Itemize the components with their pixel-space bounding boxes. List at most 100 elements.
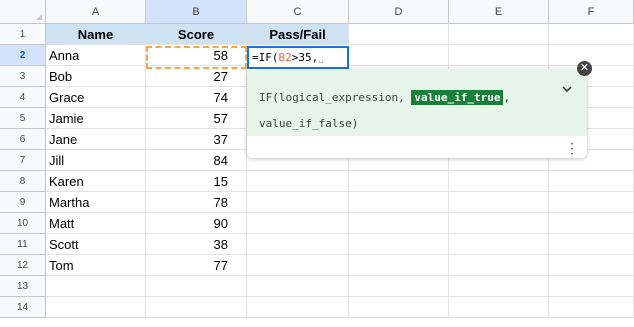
cell-e13[interactable] (449, 276, 549, 297)
column-header-e[interactable]: E (449, 0, 549, 24)
row-header[interactable]: 1 (0, 24, 46, 45)
cell-b5[interactable]: 57 (146, 108, 247, 129)
formula-suffix: >35, (291, 51, 319, 64)
cell-f1[interactable] (549, 24, 634, 45)
cell-a3[interactable]: Bob (46, 66, 146, 87)
row-header[interactable]: 2 (0, 45, 46, 66)
cell-c8[interactable] (247, 171, 349, 192)
cell-a5[interactable]: Jamie (46, 108, 146, 129)
column-header-c[interactable]: C (247, 0, 349, 24)
cell-b9[interactable]: 78 (146, 192, 247, 213)
cell-a7[interactable]: Jill (46, 150, 146, 171)
cell-f2[interactable] (549, 45, 634, 66)
spreadsheet-grid: A B C D E F 1 Name Score Pass/Fail 2 Anna 58 3 B… (0, 0, 634, 327)
cell-f12[interactable] (549, 255, 634, 276)
cell-f10[interactable] (549, 213, 634, 234)
cell-e11[interactable] (449, 234, 549, 255)
row-header[interactable]: 6 (0, 129, 46, 150)
column-header-a[interactable]: A (46, 0, 146, 24)
cell-c13[interactable] (247, 276, 349, 297)
table-row: 13 (0, 276, 634, 297)
cell-a8[interactable]: Karen (46, 171, 146, 192)
column-header-b[interactable]: B (146, 0, 247, 24)
cell-a9[interactable]: Martha (46, 192, 146, 213)
cell-a14[interactable] (46, 297, 146, 318)
cell-b13[interactable] (146, 276, 247, 297)
cell-d1[interactable] (349, 24, 449, 45)
row-header[interactable]: 4 (0, 87, 46, 108)
cell-d9[interactable] (349, 192, 449, 213)
more-vert-icon[interactable]: ⋮ (565, 140, 579, 156)
cell-d12[interactable] (349, 255, 449, 276)
cell-e10[interactable] (449, 213, 549, 234)
cell-b6[interactable]: 37 (146, 129, 247, 150)
row-header[interactable]: 11 (0, 234, 46, 255)
cell-c14[interactable] (247, 297, 349, 318)
cell-d13[interactable] (349, 276, 449, 297)
row-header[interactable]: 12 (0, 255, 46, 276)
cell-e1[interactable] (449, 24, 549, 45)
column-header-row: A B C D E F (0, 0, 634, 24)
active-cell-editor[interactable]: =IF(B2>35,␣ (247, 46, 349, 69)
cell-f13[interactable] (549, 276, 634, 297)
cell-b4[interactable]: 74 (146, 87, 247, 108)
formula-help-popup: IF(logical_expression, value_if_true, val… (247, 69, 587, 158)
cell-b10[interactable]: 90 (146, 213, 247, 234)
cell-e12[interactable] (449, 255, 549, 276)
table-row: 1 Name Score Pass/Fail (0, 24, 634, 45)
cell-a13[interactable] (46, 276, 146, 297)
cell-d8[interactable] (349, 171, 449, 192)
cell-c11[interactable] (247, 234, 349, 255)
column-header-d[interactable]: D (349, 0, 449, 24)
cell-a1[interactable]: Name (46, 24, 146, 45)
cell-e14[interactable] (449, 297, 549, 318)
row-header[interactable]: 9 (0, 192, 46, 213)
cell-f9[interactable] (549, 192, 634, 213)
cell-c9[interactable] (247, 192, 349, 213)
select-all-corner[interactable] (0, 0, 46, 24)
table-row: 14 (0, 297, 634, 318)
table-row: 12 Tom 77 (0, 255, 634, 276)
chevron-down-icon[interactable] (561, 83, 575, 97)
cell-e8[interactable] (449, 171, 549, 192)
row-header[interactable]: 3 (0, 66, 46, 87)
row-header[interactable]: 13 (0, 276, 46, 297)
row-header[interactable]: 8 (0, 171, 46, 192)
formula-prefix: =IF( (252, 51, 279, 64)
cell-d11[interactable] (349, 234, 449, 255)
cell-f14[interactable] (549, 297, 634, 318)
cell-f8[interactable] (549, 171, 634, 192)
table-row: 10 Matt 90 (0, 213, 634, 234)
table-row: 8 Karen 15 (0, 171, 634, 192)
table-row: 11 Scott 38 (0, 234, 634, 255)
cell-e2[interactable] (449, 45, 549, 66)
cell-c12[interactable] (247, 255, 349, 276)
cell-b1[interactable]: Score (146, 24, 247, 45)
cell-a2[interactable]: Anna (46, 45, 146, 66)
cell-b7[interactable]: 84 (146, 150, 247, 171)
cell-a6[interactable]: Jane (46, 129, 146, 150)
cell-c10[interactable] (247, 213, 349, 234)
cell-b3[interactable]: 27 (146, 66, 247, 87)
cell-a4[interactable]: Grace (46, 87, 146, 108)
cell-b8[interactable]: 15 (146, 171, 247, 192)
cell-d14[interactable] (349, 297, 449, 318)
cell-a11[interactable]: Scott (46, 234, 146, 255)
cell-a10[interactable]: Matt (46, 213, 146, 234)
cell-a12[interactable]: Tom (46, 255, 146, 276)
row-header[interactable]: 5 (0, 108, 46, 129)
cell-c1[interactable]: Pass/Fail (247, 24, 349, 45)
cell-d2[interactable] (349, 45, 449, 66)
row-header[interactable]: 10 (0, 213, 46, 234)
cell-b2[interactable]: 58 (146, 45, 247, 66)
cell-b14[interactable] (146, 297, 247, 318)
cell-f11[interactable] (549, 234, 634, 255)
row-header[interactable]: 7 (0, 150, 46, 171)
column-header-f[interactable]: F (549, 0, 634, 24)
cell-d10[interactable] (349, 213, 449, 234)
row-header[interactable]: 14 (0, 297, 46, 318)
cell-e9[interactable] (449, 192, 549, 213)
close-icon[interactable]: ✕ (577, 61, 592, 76)
cell-b11[interactable]: 38 (146, 234, 247, 255)
cell-b12[interactable]: 77 (146, 255, 247, 276)
